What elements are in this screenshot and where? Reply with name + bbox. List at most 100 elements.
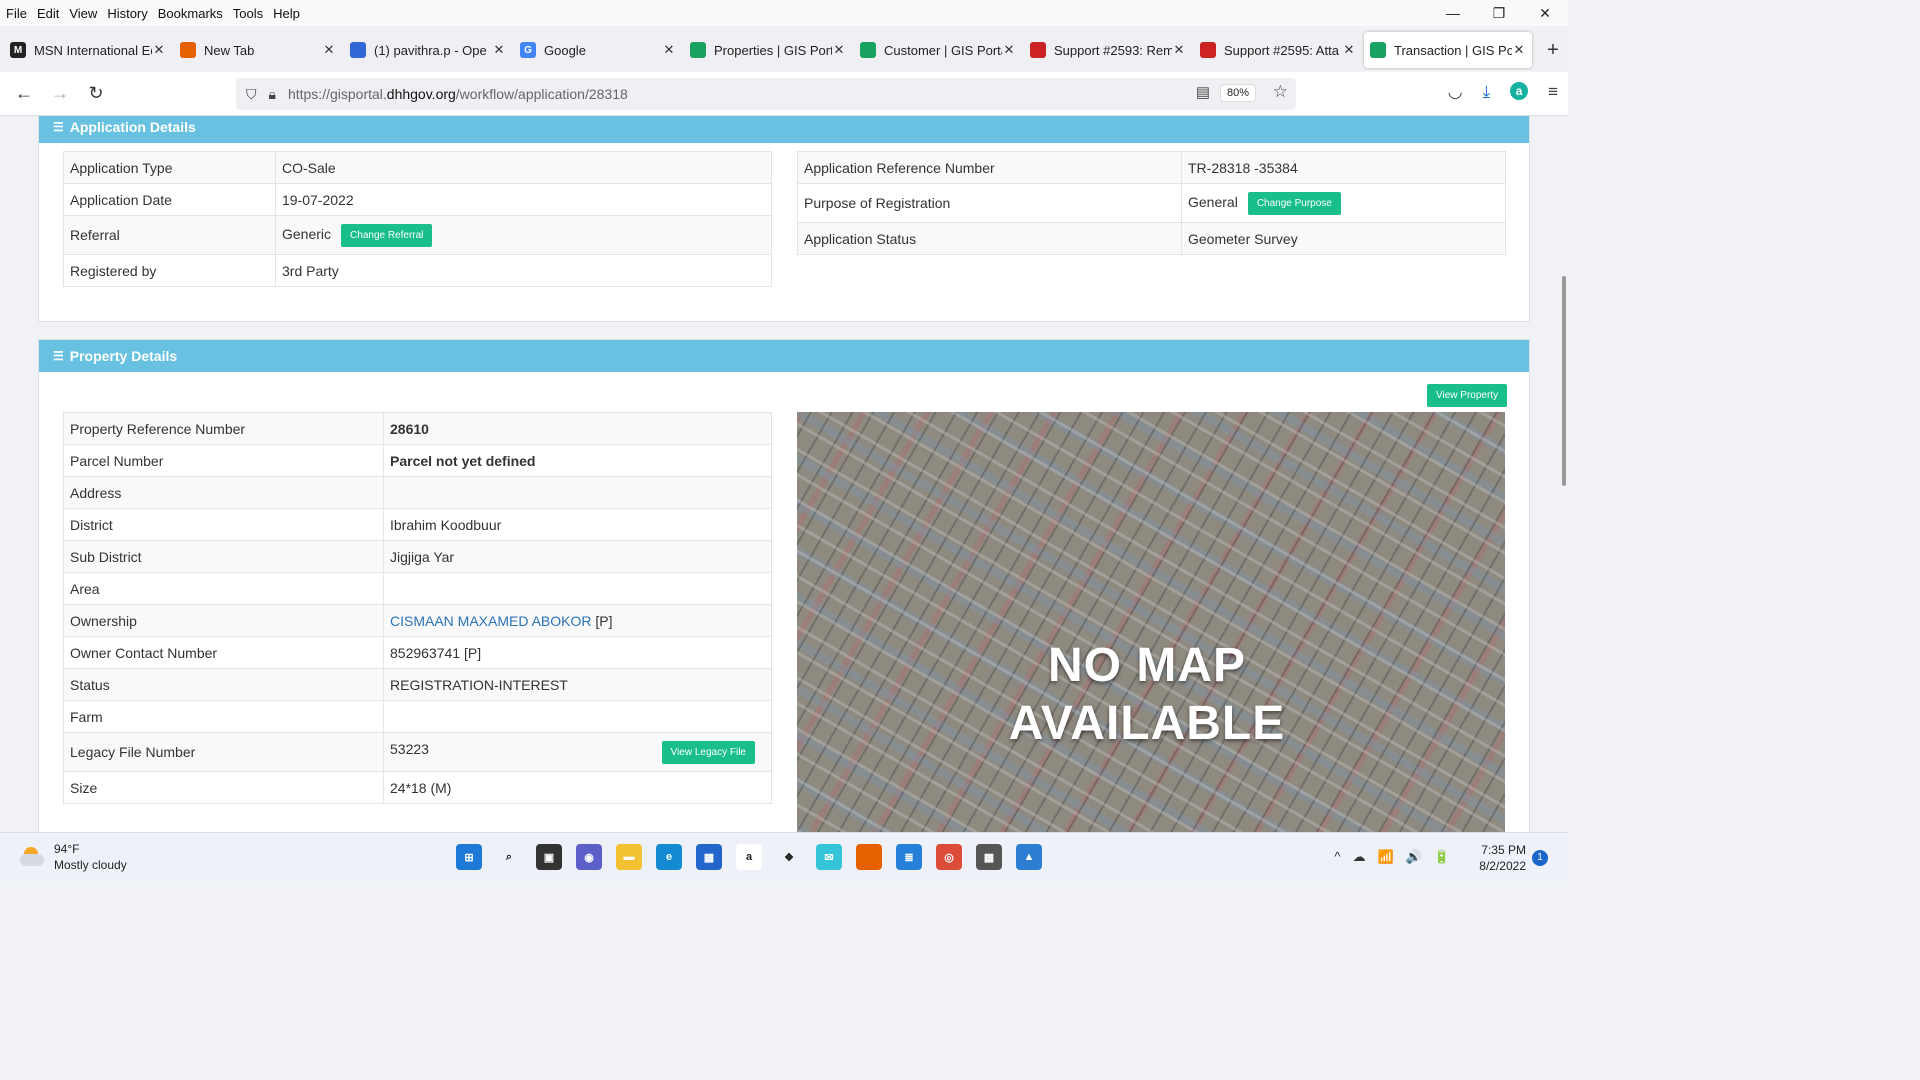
reload-button[interactable]: ↻ [78, 83, 114, 104]
restore-button[interactable]: ❐ [1476, 0, 1522, 26]
browser-tab[interactable]: Transaction | GIS Por ✕ [1364, 32, 1532, 68]
forward-button[interactable]: → [42, 83, 78, 104]
notepad-icon[interactable]: ≣ [896, 844, 922, 870]
app-menu-icon[interactable]: ≡ [1548, 82, 1558, 102]
tray-icon[interactable]: 📶 [1377, 849, 1393, 865]
notification-badge[interactable]: 1 [1532, 850, 1548, 866]
url-bar[interactable]: ⛉ 🔒︎ https://gisportal.dhhgov.org/workfl… [236, 78, 1296, 110]
tab-label: Support #2595: Atta [1224, 42, 1339, 58]
table-row: Application Status Geometer Survey [797, 222, 1506, 255]
menu-edit[interactable]: Edit [37, 6, 59, 21]
menu-help[interactable]: Help [273, 6, 300, 21]
change-referral-button[interactable]: Change Referral [341, 223, 433, 247]
address-label: Address [63, 476, 384, 509]
view-property-button[interactable]: View Property [1427, 384, 1508, 407]
browser-tab[interactable]: Support #2595: Atta ✕ [1194, 32, 1362, 68]
table-row: Legacy File Number 53223 View Legacy File [63, 732, 772, 772]
menu-bookmarks[interactable]: Bookmarks [158, 6, 223, 21]
new-tab-button[interactable]: + [1538, 39, 1568, 62]
close-window-button[interactable]: ✕ [1522, 0, 1568, 26]
purpose-cell: General Change Purpose [1181, 183, 1506, 223]
tab-favicon-icon [860, 42, 876, 58]
partly-cloudy-icon [20, 847, 46, 867]
menu-history[interactable]: History [107, 6, 147, 21]
search-icon[interactable]: ⌕ [496, 844, 522, 870]
tab-close-icon[interactable]: ✕ [1512, 42, 1526, 58]
tab-close-icon[interactable]: ✕ [322, 42, 336, 58]
pocket-icon[interactable]: ◡ [1448, 82, 1463, 102]
clock[interactable]: 7:35 PM 8/2/2022 [1479, 842, 1526, 874]
chat-icon[interactable]: ◉ [576, 844, 602, 870]
menu-view[interactable]: View [69, 6, 97, 21]
back-button[interactable]: ← [6, 83, 42, 104]
tray-icon[interactable]: ☁ [1352, 849, 1365, 865]
lock-icon[interactable]: 🔒︎ [269, 86, 276, 103]
browser-tab[interactable]: (1) pavithra.p - Ope ✕ [344, 32, 512, 68]
browser-tab[interactable]: Properties | GIS Porta ✕ [684, 32, 852, 68]
table-row: Status REGISTRATION-INTEREST [63, 668, 772, 701]
tab-favicon-icon [690, 42, 706, 58]
photos-icon[interactable]: ▲ [1016, 844, 1042, 870]
table-row: Area [63, 572, 772, 605]
minimize-button[interactable]: — [1430, 0, 1476, 26]
menu-tools[interactable]: Tools [233, 6, 263, 21]
amazon-icon[interactable]: a [736, 844, 762, 870]
weather-widget[interactable]: 94°F Mostly cloudy [20, 841, 127, 873]
download-icon[interactable]: ⤓ [1483, 82, 1491, 102]
calculator-icon[interactable]: ▦ [976, 844, 1002, 870]
tab-close-icon[interactable]: ✕ [1172, 42, 1186, 58]
tab-close-icon[interactable]: ✕ [1342, 42, 1356, 58]
tab-favicon-icon [1030, 42, 1046, 58]
table-row: Owner Contact Number 852963741 [P] [63, 636, 772, 669]
application-type-value: CO-Sale [275, 151, 772, 184]
store-icon[interactable]: ▦ [696, 844, 722, 870]
browser-tab[interactable]: New Tab ✕ [174, 32, 342, 68]
tab-close-icon[interactable]: ✕ [832, 42, 846, 58]
tab-close-icon[interactable]: ✕ [1002, 42, 1016, 58]
property-reference-link[interactable]: 28610 [383, 412, 772, 445]
page-scrollbar[interactable] [1562, 276, 1566, 486]
messenger-icon[interactable]: ✉ [816, 844, 842, 870]
change-purpose-button[interactable]: Change Purpose [1247, 191, 1341, 215]
bookmark-star-icon[interactable]: ☆ [1273, 82, 1288, 102]
application-status-value: Geometer Survey [1181, 222, 1506, 255]
tab-close-icon[interactable]: ✕ [492, 42, 506, 58]
application-left-table: Application Type CO-Sale Application Dat… [63, 151, 772, 287]
windows-taskbar: 94°F Mostly cloudy ⊞ ⌕ ▣ ◉ ▬ e ▦ a ❖ ✉ ≣ ◎ ▦ ▲ ^ ☁ 📶 🔊 🔋 … [0, 832, 1568, 882]
chrome-icon[interactable]: ◎ [936, 844, 962, 870]
task-view-icon[interactable]: ▣ [536, 844, 562, 870]
table-row: Address [63, 476, 772, 509]
browser-tab[interactable]: M MSN International Ed ✕ [4, 32, 172, 68]
browser-tab[interactable]: Support #2593: Rem ✕ [1024, 32, 1192, 68]
tray-icon[interactable]: ^ [1334, 849, 1340, 865]
shield-icon[interactable]: ⛉ [246, 86, 257, 103]
edge-icon[interactable]: e [656, 844, 682, 870]
view-legacy-file-button[interactable]: View Legacy File [661, 740, 755, 764]
windows-start-icon[interactable]: ⊞ [456, 844, 482, 870]
referral-label: Referral [63, 215, 276, 255]
browser-tab[interactable]: G Google ✕ [514, 32, 682, 68]
account-icon[interactable]: a [1510, 82, 1529, 100]
taskbar-apps: ⊞ ⌕ ▣ ◉ ▬ e ▦ a ❖ ✉ ≣ ◎ ▦ ▲ [456, 844, 1042, 870]
browser-tab[interactable]: Customer | GIS Portal ✕ [854, 32, 1022, 68]
tray-icon[interactable]: 🔊 [1406, 849, 1422, 865]
tray-icon[interactable]: 🔋 [1434, 849, 1450, 865]
reader-view-icon[interactable]: ▤ [1196, 83, 1210, 101]
url-text[interactable]: https://gisportal.dhhgov.org/workflow/ap… [288, 86, 628, 102]
application-right-table: Application Reference Number TR-28318 -3… [797, 151, 1506, 255]
menu-file[interactable]: File [6, 6, 27, 21]
dropbox-icon[interactable]: ❖ [776, 844, 802, 870]
no-map-overlay: NO MAP AVAILABLE [797, 637, 1497, 753]
sub-district-label: Sub District [63, 540, 384, 573]
tab-label: (1) pavithra.p - Ope [374, 42, 487, 58]
owner-link[interactable]: CISMAAN MAXAMED ABOKOR [390, 613, 591, 629]
file-explorer-icon[interactable]: ▬ [616, 844, 642, 870]
firefox-icon[interactable] [856, 844, 882, 870]
tab-favicon-icon [350, 42, 366, 58]
tab-close-icon[interactable]: ✕ [662, 42, 676, 58]
zoom-level[interactable]: 80% [1219, 84, 1256, 102]
owner-type: [P] [591, 612, 613, 629]
tab-close-icon[interactable]: ✕ [152, 42, 166, 58]
reference-number-label: Application Reference Number [797, 151, 1182, 184]
legacy-file-value: 53223 [390, 740, 429, 757]
